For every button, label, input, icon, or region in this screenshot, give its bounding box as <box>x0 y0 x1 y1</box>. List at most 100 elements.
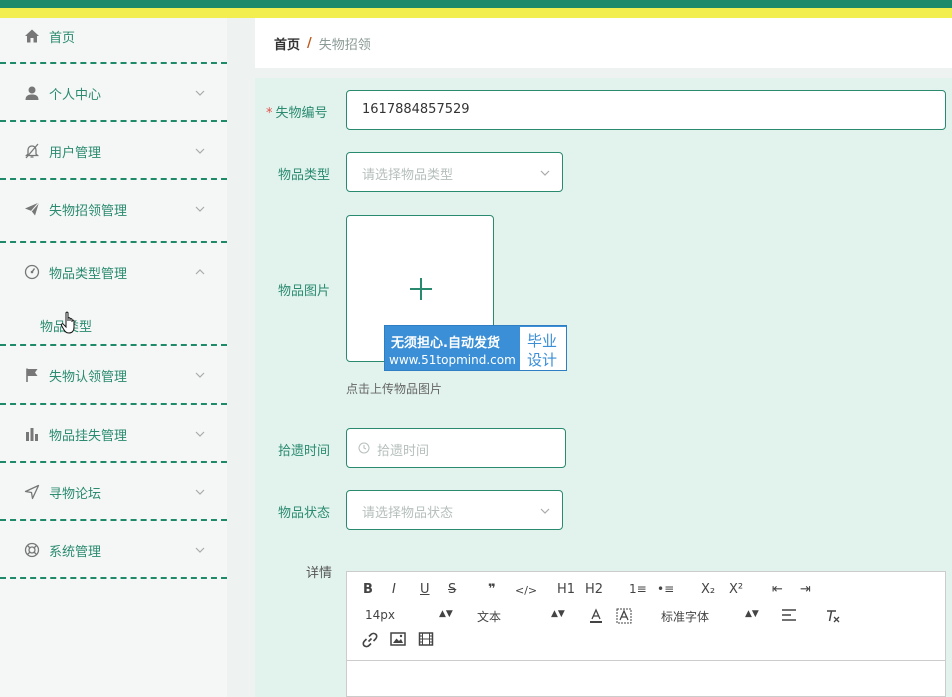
superscript-button[interactable]: X² <box>729 582 743 597</box>
sidebar-item-user-management[interactable]: 用户管理 <box>0 131 227 171</box>
flag-icon <box>23 367 40 384</box>
top-bar-green-stripe <box>0 0 952 8</box>
link-button[interactable] <box>362 632 378 652</box>
font-size-value: 14px <box>365 608 395 622</box>
dashboard-icon <box>23 264 40 281</box>
bell-off-icon <box>23 143 40 160</box>
navigation-icon <box>23 484 40 501</box>
found-time-input[interactable]: 拾遗时间 <box>346 428 566 468</box>
details-label: 详情 <box>306 566 333 581</box>
italic-button[interactable]: I <box>392 582 396 597</box>
blockquote-button[interactable]: ❞ <box>488 582 496 597</box>
bullet-list-button[interactable]: •≡ <box>657 582 674 596</box>
divider <box>0 461 227 463</box>
header-select-value: 文本 <box>477 610 502 624</box>
breadcrumb-separator: / <box>307 35 312 51</box>
clock-icon <box>358 442 370 454</box>
background-color-button[interactable] <box>616 608 632 628</box>
sidebar-item-label: 寻物论坛 <box>49 486 102 502</box>
outdent-button[interactable]: ⇤ <box>772 582 783 597</box>
editor-toolbar-row3 <box>347 632 945 656</box>
editor-content-area[interactable] <box>347 660 945 697</box>
underline-button[interactable]: U <box>420 582 430 597</box>
chevron-down-icon <box>195 148 205 154</box>
align-button[interactable] <box>781 608 797 626</box>
divider <box>0 344 227 346</box>
video-button[interactable] <box>418 632 434 650</box>
sidebar-item-lost-claim-management[interactable]: 失物认领管理 <box>0 355 227 395</box>
divider <box>0 178 227 180</box>
divider <box>0 62 227 64</box>
found-time-label: 拾遗时间 <box>278 444 331 459</box>
chevron-down-icon <box>195 372 205 378</box>
watermark-line2: www.51topmind.com <box>389 353 516 367</box>
font-size-select[interactable]: 14px ▲▼ <box>365 608 453 622</box>
ordered-list-button[interactable]: 1≡ <box>629 582 647 596</box>
header2-button[interactable]: H2 <box>585 582 603 597</box>
breadcrumb-home[interactable]: 首页 <box>274 34 300 53</box>
sidebar-item-label: 个人中心 <box>49 87 102 103</box>
header-select[interactable]: 文本 ▲▼ <box>477 608 565 625</box>
strike-button[interactable]: S <box>448 582 456 597</box>
sidebar-item-lost-found-management[interactable]: 失物招领管理 <box>0 189 227 229</box>
header-gap <box>255 68 952 78</box>
sidebar-item-item-type-management[interactable]: 物品类型管理 <box>0 252 227 292</box>
watermark-badge: 毕业 设计 <box>520 327 566 370</box>
chevron-down-icon <box>195 547 205 553</box>
sidebar-item-home[interactable]: 首页 <box>0 16 227 56</box>
clear-format-icon <box>827 610 840 623</box>
align-left-icon <box>782 609 796 621</box>
sidebar-item-label: 用户管理 <box>49 145 102 161</box>
watermark-badge-bottom: 设计 <box>527 351 558 369</box>
watermark-line1: 无须担心.自动发货 <box>391 336 500 351</box>
sidebar-item-forum[interactable]: 寻物论坛 <box>0 472 227 512</box>
sidebar-edge <box>227 18 255 697</box>
item-type-select[interactable]: 请选择物品类型 <box>346 152 563 192</box>
found-time-placeholder: 拾遗时间 <box>377 444 430 459</box>
video-icon <box>418 632 434 646</box>
bold-button[interactable]: B <box>363 582 373 597</box>
divider <box>0 120 227 122</box>
divider <box>0 403 227 405</box>
sidebar-item-system-management[interactable]: 系统管理 <box>0 530 227 570</box>
item-status-placeholder: 请选择物品状态 <box>362 506 454 521</box>
lost-no-input[interactable]: 1617884857529 <box>346 90 946 130</box>
editor-toolbar-row2: 14px ▲▼ 文本 ▲▼ 标准字体 ▲▼ <box>347 608 945 632</box>
divider <box>0 519 227 521</box>
plus-icon-vertical <box>420 278 422 300</box>
indent-button[interactable]: ⇥ <box>800 582 811 597</box>
breadcrumb: 首页 / 失物招领 <box>255 18 952 68</box>
sidebar-item-label: 系统管理 <box>49 544 102 560</box>
chevron-down-icon <box>540 508 550 514</box>
clear-format-button[interactable] <box>825 608 841 628</box>
sidebar-item-label: 物品类型管理 <box>49 266 128 282</box>
item-status-select[interactable]: 请选择物品状态 <box>346 490 563 530</box>
header1-button[interactable]: H1 <box>557 582 575 597</box>
image-button[interactable] <box>390 632 406 650</box>
bar-chart-icon <box>23 426 40 443</box>
image-icon <box>390 632 406 646</box>
home-icon <box>23 28 40 45</box>
background-color-icon <box>616 608 632 624</box>
editor-toolbar-row1: B I U S ❞ </> H1 H2 1≡ •≡ X₂ X² ⇤ ⇥ <box>347 582 945 606</box>
subscript-button[interactable]: X₂ <box>701 582 715 597</box>
sidebar-item-personal-center[interactable]: 个人中心 <box>0 73 227 113</box>
font-family-select[interactable]: 标准字体 ▲▼ <box>661 608 759 625</box>
code-block-button[interactable]: </> <box>515 584 537 597</box>
divider <box>0 577 227 579</box>
sidebar-item-label: 首页 <box>49 30 76 46</box>
chevron-down-icon <box>195 206 205 212</box>
font-color-icon <box>590 608 602 623</box>
sidebar-item-lost-report-management[interactable]: 物品挂失管理 <box>0 414 227 454</box>
required-mark: * <box>266 106 273 121</box>
link-icon <box>362 632 378 648</box>
font-color-button[interactable] <box>589 608 603 628</box>
chevron-down-icon <box>540 170 550 176</box>
watermark-badge-top: 毕业 <box>527 332 558 350</box>
chevron-up-icon <box>195 269 205 275</box>
select-arrows-icon: ▲▼ <box>745 609 759 619</box>
breadcrumb-current: 失物招领 <box>318 37 371 53</box>
item-type-label: 物品类型 <box>278 168 331 183</box>
send-icon <box>23 201 40 218</box>
watermark: 无须担心.自动发货 www.51topmind.com 毕业 设计 <box>384 325 567 371</box>
